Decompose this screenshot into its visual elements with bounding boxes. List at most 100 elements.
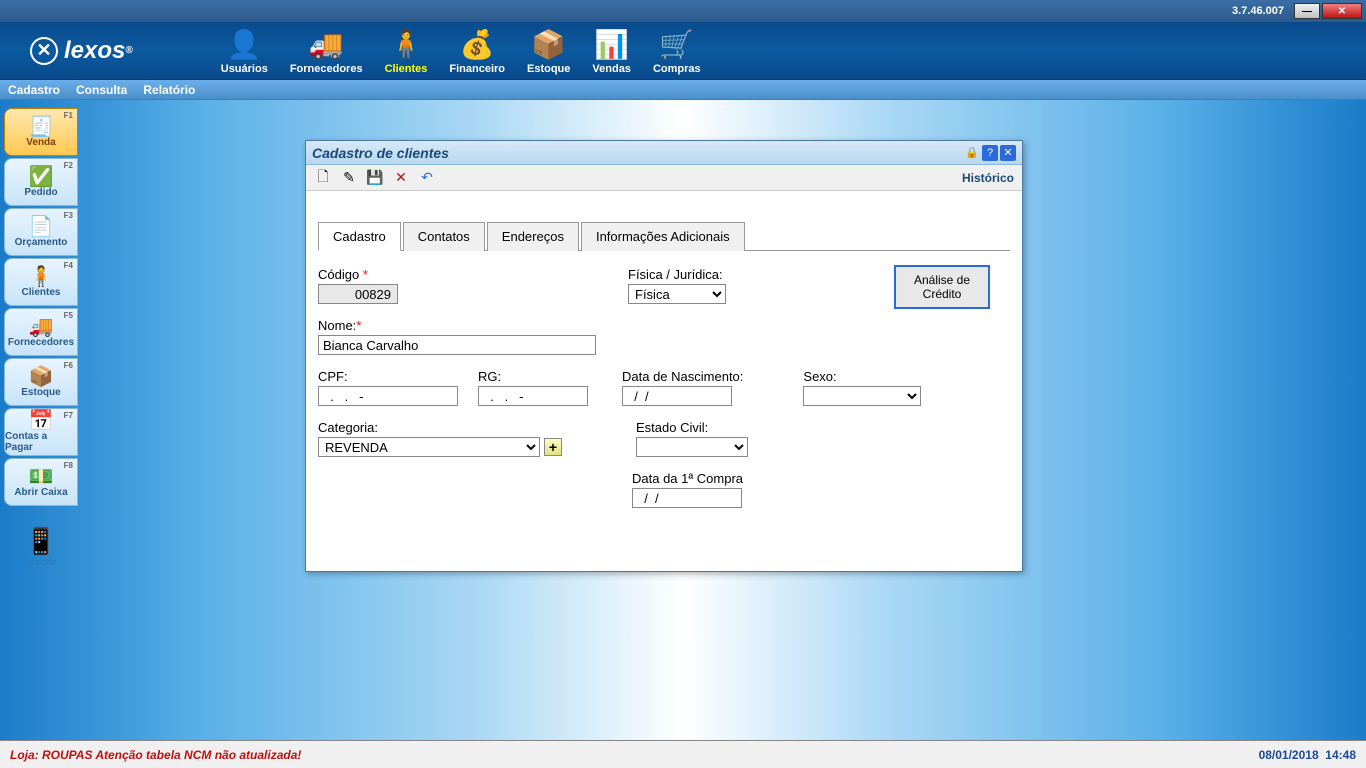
- nav-usuarios[interactable]: 👤 Usuários: [213, 25, 276, 77]
- supplier-icon: 🚚: [29, 317, 54, 337]
- nav-label: Financeiro: [449, 63, 505, 75]
- nav-financeiro[interactable]: 💰 Financeiro: [441, 25, 513, 77]
- estado-civil-select[interactable]: [636, 437, 748, 457]
- shortcut-key: F3: [64, 211, 73, 220]
- sidebar-pedido[interactable]: F2 ✅ Pedido: [4, 158, 78, 206]
- add-categoria-button[interactable]: +: [544, 438, 562, 456]
- sidebar-suporte[interactable]: 📱 Suporte: [16, 526, 66, 576]
- fj-label: Física / Jurídica:: [628, 267, 726, 282]
- data1compra-label: Data da 1ª Compra: [632, 471, 743, 486]
- shortcut-key: F8: [64, 461, 73, 470]
- save-icon[interactable]: 💾: [366, 169, 384, 187]
- nav-vendas[interactable]: 📊 Vendas: [584, 25, 639, 77]
- sidebar-venda[interactable]: F1 🧾 Venda: [4, 108, 78, 156]
- nav-label: Vendas: [592, 63, 631, 75]
- sidebar-label: Fornecedores: [8, 337, 74, 348]
- cart-icon: 🛒: [659, 27, 695, 63]
- help-icon[interactable]: ?: [982, 145, 998, 161]
- window-title: Cadastro de clientes: [312, 145, 449, 161]
- minimize-button[interactable]: —: [1294, 3, 1320, 19]
- top-toolbar: ✕ lexos® 👤 Usuários 🚚 Fornecedores 🧍 Cli…: [0, 22, 1366, 80]
- shortcut-key: F6: [64, 361, 73, 370]
- fisica-juridica-select[interactable]: Física: [628, 284, 726, 304]
- sidebar-label: Pedido: [24, 187, 57, 198]
- sidebar-fornecedores[interactable]: F5 🚚 Fornecedores: [4, 308, 78, 356]
- cpf-input[interactable]: [318, 386, 458, 406]
- shortcut-key: F1: [64, 111, 73, 120]
- menu-cadastro[interactable]: Cadastro: [8, 83, 60, 97]
- nome-input[interactable]: [318, 335, 596, 355]
- tabs: Cadastro Contatos Endereços Informações …: [318, 221, 1010, 251]
- client-window: Cadastro de clientes 🔒 ? ✕ 🗋 ✎ 💾 ✕ ↶ His…: [305, 140, 1023, 572]
- codigo-input[interactable]: [318, 284, 398, 304]
- nav-clientes[interactable]: 🧍 Clientes: [377, 25, 436, 77]
- stock-icon: 📦: [29, 367, 54, 387]
- shortcut-key: F4: [64, 261, 73, 270]
- rg-input[interactable]: [478, 386, 588, 406]
- chart-icon: 📊: [594, 27, 630, 63]
- menu-consulta[interactable]: Consulta: [76, 83, 127, 97]
- codigo-label: Código *: [318, 267, 398, 282]
- tab-cadastro[interactable]: Cadastro: [318, 222, 401, 251]
- support-label: Suporte: [25, 557, 57, 567]
- sidebar-label: Abrir Caixa: [14, 487, 67, 498]
- sidebar-label: Orçamento: [15, 237, 68, 248]
- users-icon: 👤: [226, 27, 262, 63]
- sidebar-abrir-caixa[interactable]: F8 💵 Abrir Caixa: [4, 458, 78, 506]
- estadocivil-label: Estado Civil:: [636, 420, 748, 435]
- order-icon: ✅: [29, 167, 54, 187]
- cpf-label: CPF:: [318, 369, 458, 384]
- logo-icon: ✕: [30, 37, 58, 65]
- close-button[interactable]: ✕: [1322, 3, 1362, 19]
- status-datetime: 08/01/2018 14:48: [1259, 748, 1356, 762]
- data-1a-compra-input[interactable]: [632, 488, 742, 508]
- sexo-label: Sexo:: [803, 369, 921, 384]
- sale-icon: 🧾: [29, 117, 54, 137]
- shortcut-key: F5: [64, 311, 73, 320]
- window-titlebar: Cadastro de clientes 🔒 ? ✕: [306, 141, 1022, 165]
- tab-contatos[interactable]: Contatos: [403, 222, 485, 251]
- sexo-select[interactable]: [803, 386, 921, 406]
- data-nascimento-input[interactable]: [622, 386, 732, 406]
- quote-icon: 📄: [29, 217, 54, 237]
- sidebar-orcamento[interactable]: F3 📄 Orçamento: [4, 208, 78, 256]
- truck-icon: 🚚: [308, 27, 344, 63]
- statusbar: Loja: ROUPAS Atenção tabela NCM não atua…: [0, 740, 1366, 768]
- shortcut-key: F2: [64, 161, 73, 170]
- edit-icon[interactable]: ✎: [340, 169, 358, 187]
- sidebar-label: Contas a Pagar: [5, 431, 77, 453]
- nav-label: Estoque: [527, 63, 570, 75]
- boxes-icon: 📦: [531, 27, 567, 63]
- status-warning: Loja: ROUPAS Atenção tabela NCM não atua…: [10, 748, 301, 762]
- analise-credito-button[interactable]: Análise de Crédito: [894, 265, 990, 309]
- window-close-icon[interactable]: ✕: [1000, 145, 1016, 161]
- sidebar-estoque[interactable]: F6 📦 Estoque: [4, 358, 78, 406]
- sidebar-label: Venda: [26, 137, 55, 148]
- new-icon[interactable]: 🗋: [314, 169, 332, 187]
- money-icon: 💰: [459, 27, 495, 63]
- phone-icon: 📱: [25, 526, 57, 557]
- historico-link[interactable]: Histórico: [962, 171, 1014, 185]
- menu-relatorio[interactable]: Relatório: [143, 83, 195, 97]
- nav-fornecedores[interactable]: 🚚 Fornecedores: [282, 25, 371, 77]
- sidebar-clientes[interactable]: F4 🧍 Clientes: [4, 258, 78, 306]
- lock-icon[interactable]: 🔒: [964, 145, 980, 161]
- titlebar: 3.7.46.007 — ✕: [0, 0, 1366, 22]
- categoria-label: Categoria:: [318, 420, 562, 435]
- nav-compras[interactable]: 🛒 Compras: [645, 25, 709, 77]
- nav-estoque[interactable]: 📦 Estoque: [519, 25, 578, 77]
- tab-info-adicionais[interactable]: Informações Adicionais: [581, 222, 745, 251]
- nome-label: Nome:*: [318, 318, 596, 333]
- rg-label: RG:: [478, 369, 588, 384]
- top-nav: 👤 Usuários 🚚 Fornecedores 🧍 Clientes 💰 F…: [213, 25, 709, 77]
- shortcut-key: F7: [64, 411, 73, 420]
- sidebar-contas[interactable]: F7 📅 Contas a Pagar: [4, 408, 78, 456]
- person-icon: 🧍: [388, 27, 424, 63]
- undo-icon[interactable]: ↶: [418, 169, 436, 187]
- tab-enderecos[interactable]: Endereços: [487, 222, 579, 251]
- categoria-select[interactable]: REVENDA: [318, 437, 540, 457]
- app-logo: ✕ lexos®: [30, 37, 133, 65]
- delete-icon[interactable]: ✕: [392, 169, 410, 187]
- sidebar-label: Estoque: [21, 387, 60, 398]
- logo-text: lexos: [64, 37, 125, 65]
